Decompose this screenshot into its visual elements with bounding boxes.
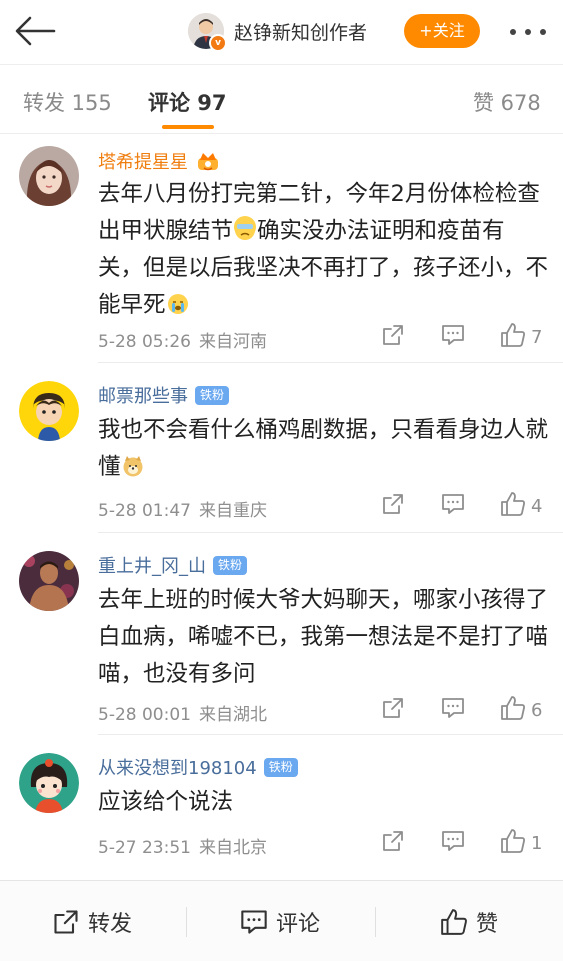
doge-emoji-icon — [122, 452, 144, 477]
username-text[interactable]: 邮票那些事 — [98, 382, 188, 408]
comment-location: 来自北京 — [198, 838, 267, 858]
comment-icon[interactable] — [441, 323, 469, 351]
comment-icon[interactable] — [441, 492, 469, 520]
like-icon[interactable] — [500, 695, 528, 723]
like-icon — [441, 909, 467, 935]
divider — [98, 734, 563, 735]
author-info[interactable]: v 赵铮新知创作者 — [188, 12, 367, 52]
vip-crown-icon — [198, 153, 218, 171]
fan-badge: 铁粉 — [263, 757, 298, 777]
divider — [98, 362, 563, 363]
bottom-action-bar: 转发 评论 赞 — [0, 880, 563, 961]
tab-likes[interactable]: 赞 678 — [473, 87, 541, 117]
comment-text: 应该给个说法 — [98, 789, 234, 815]
divider — [98, 532, 563, 533]
fan-badge: 铁粉 — [213, 555, 248, 575]
back-arrow-icon[interactable] — [14, 14, 56, 48]
username-text[interactable]: 重上井_冈_山 — [98, 552, 206, 578]
like-label: 赞 — [476, 912, 499, 937]
separator — [186, 907, 187, 937]
like-count: 6 — [531, 700, 543, 721]
comment-text: 去年八月份打完第二针，今年2月份体检检查出甲状腺结节 确实没办法证明和疫苗有关，但… — [98, 176, 548, 324]
comment-time: 5-28 01:47 — [98, 501, 191, 521]
like-icon[interactable] — [500, 322, 528, 350]
repost-button[interactable]: 转发 — [52, 905, 132, 939]
more-icon[interactable] — [508, 22, 548, 42]
author-name[interactable]: 赵铮新知创作者 — [234, 18, 367, 45]
sick-face-emoji-icon — [234, 216, 257, 240]
comment-username[interactable]: 从来没想到198104 铁粉 — [98, 754, 298, 780]
comment-item: 从来没想到198104 铁粉 应该给个说法 5-27 23:51 来自北京 1 — [0, 736, 563, 880]
comment-location: 来自河南 — [198, 332, 267, 352]
top-bar: v 赵铮新知创作者 +关注 — [0, 0, 563, 64]
comment-item: 邮票那些事 铁粉 我也不会看什么桶鸡剧数据，只看看身边人就懂 5-28 01:4… — [0, 364, 563, 534]
comment-location: 来自重庆 — [198, 501, 267, 521]
comment-time: 5-27 23:51 — [98, 838, 191, 858]
comment-text-part-1: 我也不会看什么桶鸡剧数据，只看看身边人就懂 — [98, 417, 549, 480]
verified-badge-icon: v — [209, 34, 227, 52]
tab-bar: 转发 155 评论 97 赞 678 — [0, 64, 563, 135]
comment-meta: 5-28 00:01 来自湖北 — [98, 700, 267, 725]
avatar[interactable] — [19, 551, 79, 611]
tab-repost[interactable]: 转发 155 — [23, 87, 112, 117]
comment-meta: 5-27 23:51 来自北京 — [98, 833, 267, 858]
crying-face-emoji-icon — [167, 290, 189, 314]
tab-comments[interactable]: 评论 97 — [148, 87, 227, 117]
username-text[interactable]: 塔希提星星 — [98, 148, 188, 174]
avatar[interactable] — [19, 146, 79, 206]
comment-location: 来自湖北 — [198, 705, 267, 725]
follow-button[interactable]: +关注 — [404, 14, 480, 48]
like-count: 1 — [531, 833, 543, 854]
comment-username[interactable]: 重上井_冈_山 铁粉 — [98, 552, 248, 578]
share-icon[interactable] — [381, 829, 409, 857]
like-icon[interactable] — [500, 491, 528, 519]
share-icon[interactable] — [381, 696, 409, 724]
comment-meta: 5-28 05:26 来自河南 — [98, 327, 267, 352]
avatar[interactable] — [19, 381, 79, 441]
comment-icon — [241, 910, 267, 934]
comment-text: 去年上班的时候大爷大妈聊天，哪家小孩得了白血病，唏嘘不已，我第一想法是不是打了喵… — [98, 587, 549, 687]
comment-label: 评论 — [276, 912, 321, 937]
comment-item: 塔希提星星 去年八月份打完第二针，今年2月份体检检查出甲状腺结节 确实没办法证明和… — [0, 134, 563, 364]
like-button[interactable]: 赞 — [440, 905, 498, 939]
share-icon[interactable] — [381, 323, 409, 351]
like-icon[interactable] — [500, 828, 528, 856]
comment-icon[interactable] — [441, 696, 469, 724]
comment-time: 5-28 00:01 — [98, 705, 191, 725]
avatar[interactable] — [19, 753, 79, 813]
separator — [375, 907, 376, 937]
like-count: 7 — [531, 327, 543, 348]
fan-badge: 铁粉 — [195, 385, 230, 405]
author-avatar[interactable]: v — [188, 13, 227, 52]
comment-text: 我也不会看什么桶鸡剧数据，只看看身边人就懂 — [98, 412, 548, 486]
share-icon — [54, 910, 78, 934]
comment-time: 5-28 05:26 — [98, 332, 191, 352]
comment-username[interactable]: 邮票那些事 铁粉 — [98, 382, 230, 408]
comment-button[interactable]: 评论 — [240, 905, 320, 939]
like-count: 4 — [531, 496, 543, 517]
username-text[interactable]: 从来没想到198104 — [98, 754, 257, 780]
repost-label: 转发 — [88, 912, 133, 937]
comment-item: 重上井_冈_山 铁粉 去年上班的时候大爷大妈聊天，哪家小孩得了白血病，唏嘘不已，… — [0, 534, 563, 736]
active-tab-indicator — [162, 125, 214, 129]
comment-username[interactable]: 塔希提星星 — [98, 148, 220, 174]
comment-meta: 5-28 01:47 来自重庆 — [98, 496, 267, 521]
share-icon[interactable] — [381, 492, 409, 520]
comment-icon[interactable] — [441, 829, 469, 857]
